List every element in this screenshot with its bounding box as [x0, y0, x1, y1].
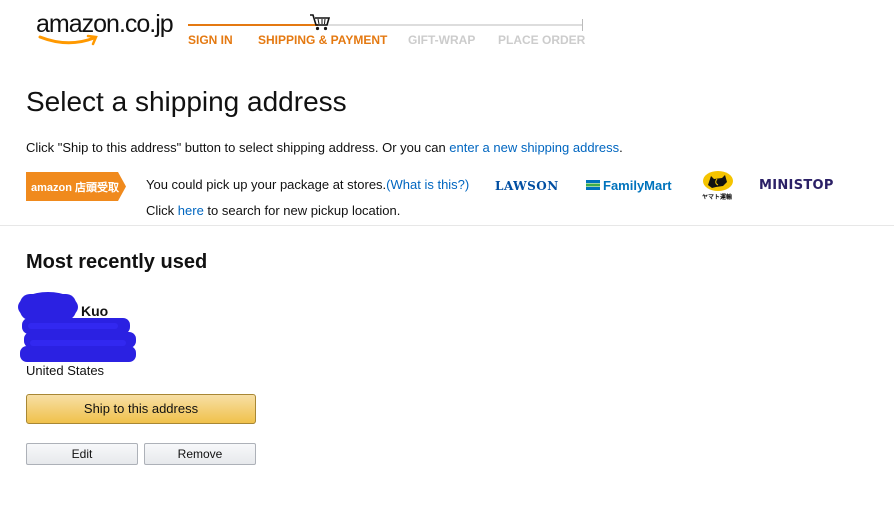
- badge-label: amazon 店頭受取: [31, 182, 120, 194]
- progress-end-tick: [582, 19, 583, 31]
- section-title: Most recently used: [26, 251, 208, 273]
- address-country: United States: [26, 363, 105, 378]
- pickup-search: Click here to search for new pickup loca…: [146, 203, 400, 218]
- yamato-logo: ヤマト運輸: [700, 170, 736, 202]
- pickup-search-suffix: to search for new pickup location.: [203, 203, 401, 218]
- intro-text: Click "Ship to this address" button to s…: [26, 140, 623, 155]
- step-sign-in[interactable]: SIGN IN: [188, 33, 233, 47]
- address-name: Kuo: [81, 303, 109, 319]
- here-link[interactable]: here: [178, 203, 204, 218]
- page-title: Select a shipping address: [26, 86, 347, 117]
- pickup-info: You could pick up your package at stores…: [146, 177, 469, 192]
- remove-address-button[interactable]: Remove: [144, 443, 256, 465]
- ship-to-this-address-button[interactable]: Ship to this address: [26, 394, 256, 424]
- step-gift-wrap: GIFT-WRAP: [408, 33, 476, 47]
- cart-icon: [310, 14, 331, 31]
- redaction-scribble: [18, 292, 136, 362]
- ministop-logo: MINISTOP: [759, 178, 834, 193]
- step-shipping-payment: SHIPPING & PAYMENT: [258, 33, 388, 47]
- progress-fill: [188, 24, 318, 26]
- pickup-info-text: You could pick up your package at stores…: [146, 177, 387, 192]
- black-cat-icon: [703, 171, 733, 191]
- pickup-search-prefix: Click: [146, 203, 178, 218]
- yamato-label: ヤマト運輸: [702, 195, 733, 201]
- familymart-stripes-icon: [586, 180, 600, 190]
- intro-prefix: Click "Ship to this address" button to s…: [26, 140, 450, 155]
- familymart-label: FamilyMart: [603, 178, 672, 193]
- lawson-logo: LAWSON: [495, 179, 559, 193]
- new-address-link[interactable]: enter a new shipping address: [449, 140, 619, 155]
- step-place-order: PLACE ORDER: [498, 33, 586, 47]
- edit-address-button[interactable]: Edit: [26, 443, 138, 465]
- checkout-progress-bar: [188, 19, 583, 31]
- intro-end: .: [619, 140, 623, 155]
- section-divider: [0, 225, 894, 226]
- smile-arrow-icon: [38, 34, 98, 46]
- store-pickup-badge: amazon 店頭受取: [26, 172, 126, 201]
- what-is-this-link[interactable]: (What is this?): [386, 177, 469, 192]
- amazon-logo[interactable]: amazon.co.jp: [36, 10, 186, 50]
